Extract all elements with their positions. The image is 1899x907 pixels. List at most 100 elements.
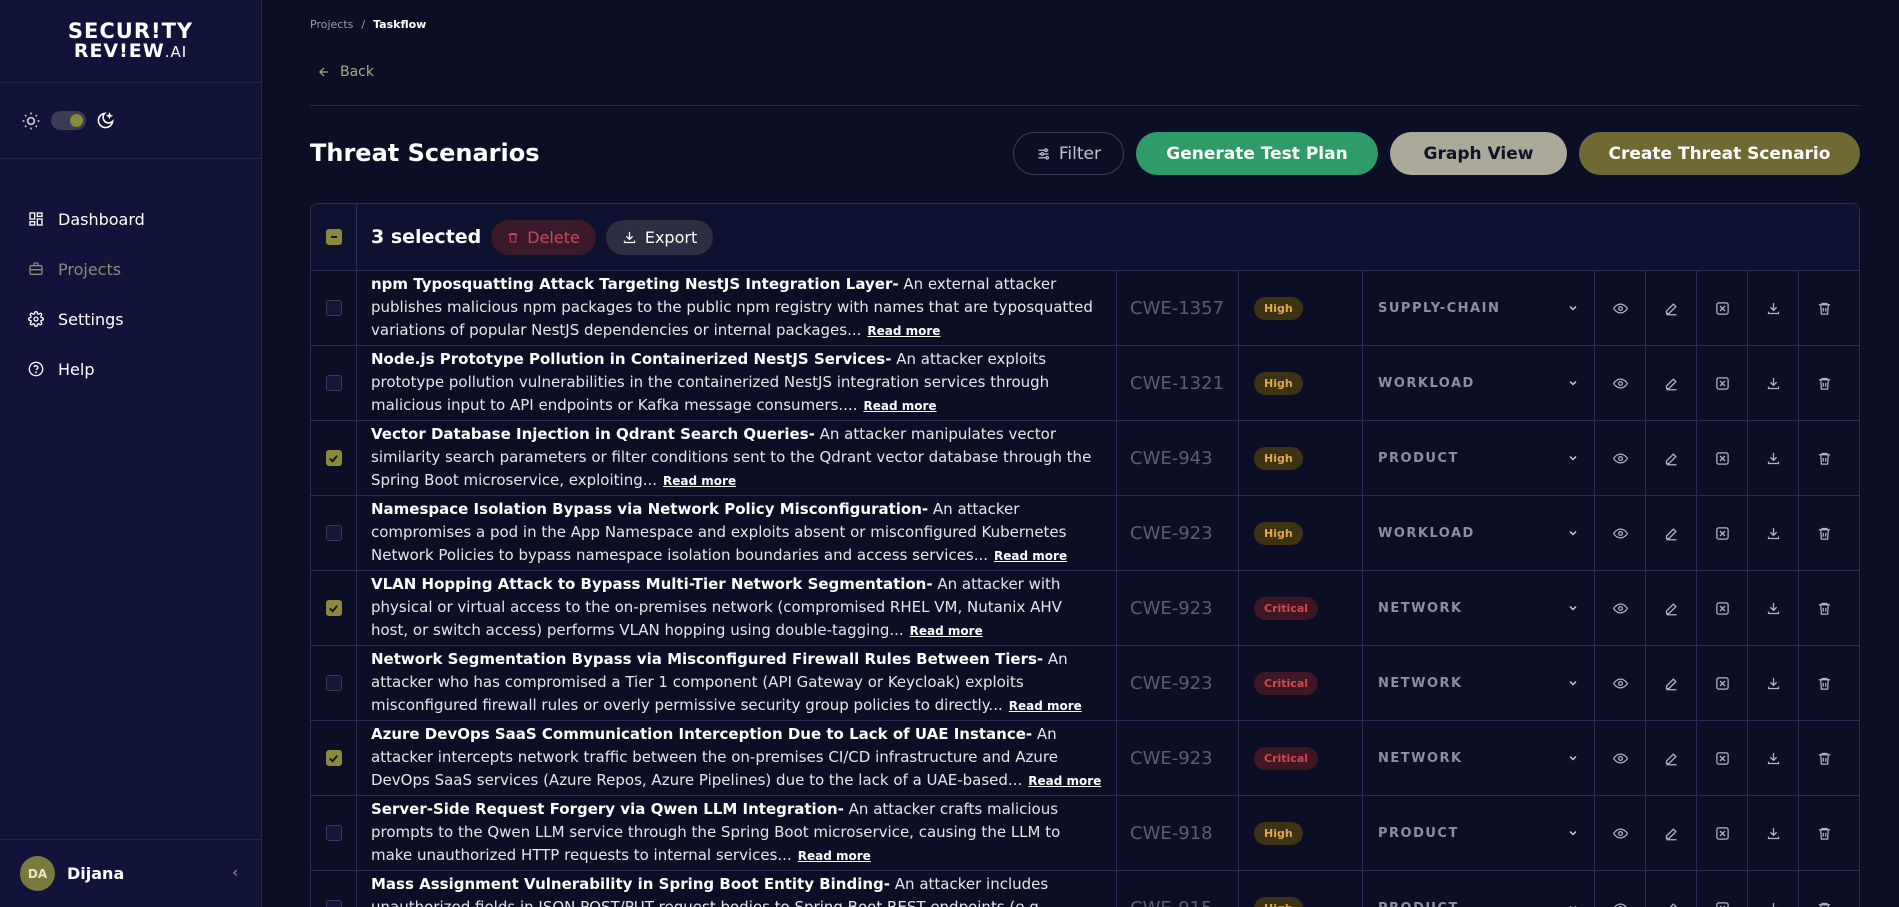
brand-logo[interactable]: SECUR!TY REV!EW.AI	[0, 0, 261, 83]
read-more-link[interactable]: Read more	[867, 324, 940, 338]
check-icon	[329, 454, 338, 463]
view-button[interactable]	[1595, 421, 1646, 495]
read-more-link[interactable]: Read more	[863, 399, 936, 413]
row-checkbox[interactable]	[325, 525, 342, 541]
severity-badge: High	[1254, 896, 1303, 907]
avatar[interactable]: DA	[20, 856, 55, 891]
row-checkbox[interactable]	[325, 600, 342, 616]
view-button[interactable]	[1595, 796, 1646, 870]
filter-button[interactable]: Filter	[1013, 132, 1124, 175]
edit-button[interactable]	[1646, 796, 1697, 870]
category-dropdown[interactable]: PRODUCT	[1363, 421, 1595, 495]
read-more-link[interactable]: Read more	[994, 549, 1067, 563]
view-button[interactable]	[1595, 271, 1646, 345]
dismiss-button[interactable]	[1697, 496, 1748, 570]
scenario-description: Mass Assignment Vulnerability in Spring …	[357, 871, 1117, 907]
sidebar-item-help[interactable]: Help	[0, 344, 261, 394]
edit-button[interactable]	[1646, 496, 1697, 570]
sun-icon[interactable]	[21, 111, 41, 131]
download-button[interactable]	[1748, 346, 1799, 420]
view-button[interactable]	[1595, 646, 1646, 720]
category-dropdown[interactable]: PRODUCT	[1363, 871, 1595, 907]
dismiss-icon	[1715, 676, 1729, 690]
delete-row-button[interactable]	[1799, 721, 1850, 795]
delete-row-button[interactable]	[1799, 346, 1850, 420]
row-checkbox[interactable]	[325, 900, 342, 907]
category-dropdown[interactable]: WORKLOAD	[1363, 496, 1595, 570]
delete-row-button[interactable]	[1799, 646, 1850, 720]
edit-button[interactable]	[1646, 646, 1697, 720]
read-more-link[interactable]: Read more	[910, 624, 983, 638]
back-link[interactable]: Back	[316, 64, 374, 80]
delete-row-button[interactable]	[1799, 871, 1850, 907]
row-checkbox[interactable]	[325, 825, 342, 841]
download-button[interactable]	[1748, 871, 1799, 907]
row-checkbox[interactable]	[325, 450, 342, 466]
graph-view-button[interactable]: Graph View	[1390, 132, 1567, 175]
edit-button[interactable]	[1646, 271, 1697, 345]
delete-row-button[interactable]	[1799, 796, 1850, 870]
create-threat-scenario-button[interactable]: Create Threat Scenario	[1579, 132, 1860, 175]
dismiss-button[interactable]	[1697, 721, 1748, 795]
download-button[interactable]	[1748, 271, 1799, 345]
category-dropdown[interactable]: NETWORK	[1363, 571, 1595, 645]
category-dropdown[interactable]: NETWORK	[1363, 721, 1595, 795]
dismiss-button[interactable]	[1697, 271, 1748, 345]
category-dropdown[interactable]: SUPPLY-CHAIN	[1363, 271, 1595, 345]
category-dropdown[interactable]: NETWORK	[1363, 646, 1595, 720]
category-dropdown[interactable]: WORKLOAD	[1363, 346, 1595, 420]
view-button[interactable]	[1595, 496, 1646, 570]
row-checkbox[interactable]	[325, 675, 342, 691]
row-checkbox[interactable]	[325, 300, 342, 316]
sidebar-item-settings[interactable]: Settings	[0, 294, 261, 344]
view-button[interactable]	[1595, 346, 1646, 420]
row-checkbox[interactable]	[325, 750, 342, 766]
edit-button[interactable]	[1646, 871, 1697, 907]
dismiss-button[interactable]	[1697, 871, 1748, 907]
edit-button[interactable]	[1646, 721, 1697, 795]
row-checkbox[interactable]	[325, 375, 342, 391]
moon-icon[interactable]	[96, 111, 115, 130]
edit-icon	[1665, 752, 1677, 765]
edit-button[interactable]	[1646, 421, 1697, 495]
export-button[interactable]: Export	[605, 219, 714, 255]
theme-switcher	[0, 83, 261, 159]
sidebar-item-dashboard[interactable]: Dashboard	[0, 194, 261, 244]
trash-icon	[1818, 377, 1831, 390]
delete-row-button[interactable]	[1799, 571, 1850, 645]
download-button[interactable]	[1748, 496, 1799, 570]
sidebar-item-projects[interactable]: Projects	[0, 244, 261, 294]
brand-line2: REV!EW.AI	[74, 41, 187, 62]
delete-row-button[interactable]	[1799, 421, 1850, 495]
dismiss-button[interactable]	[1697, 646, 1748, 720]
sidebar-item-label: Dashboard	[58, 209, 145, 229]
dismiss-button[interactable]	[1697, 796, 1748, 870]
download-button[interactable]	[1748, 421, 1799, 495]
user-profile[interactable]: DA Dijana ‹	[0, 839, 262, 907]
read-more-link[interactable]: Read more	[1009, 699, 1082, 713]
read-more-link[interactable]: Read more	[663, 474, 736, 488]
view-button[interactable]	[1595, 871, 1646, 907]
collapse-sidebar-icon[interactable]: ‹	[232, 865, 238, 881]
theme-toggle[interactable]	[51, 111, 86, 130]
breadcrumb-projects[interactable]: Projects	[310, 18, 353, 31]
category-dropdown[interactable]: PRODUCT	[1363, 796, 1595, 870]
download-button[interactable]	[1748, 721, 1799, 795]
delete-row-button[interactable]	[1799, 271, 1850, 345]
delete-row-button[interactable]	[1799, 496, 1850, 570]
edit-button[interactable]	[1646, 571, 1697, 645]
download-button[interactable]	[1748, 571, 1799, 645]
edit-button[interactable]	[1646, 346, 1697, 420]
download-button[interactable]	[1748, 646, 1799, 720]
delete-button[interactable]: Delete	[491, 219, 596, 255]
dismiss-button[interactable]	[1697, 346, 1748, 420]
read-more-link[interactable]: Read more	[1028, 774, 1101, 788]
download-button[interactable]	[1748, 796, 1799, 870]
read-more-link[interactable]: Read more	[798, 849, 871, 863]
generate-test-plan-button[interactable]: Generate Test Plan	[1136, 132, 1378, 175]
select-all-checkbox[interactable]	[325, 229, 342, 245]
dismiss-button[interactable]	[1697, 571, 1748, 645]
dismiss-button[interactable]	[1697, 421, 1748, 495]
view-button[interactable]	[1595, 721, 1646, 795]
view-button[interactable]	[1595, 571, 1646, 645]
